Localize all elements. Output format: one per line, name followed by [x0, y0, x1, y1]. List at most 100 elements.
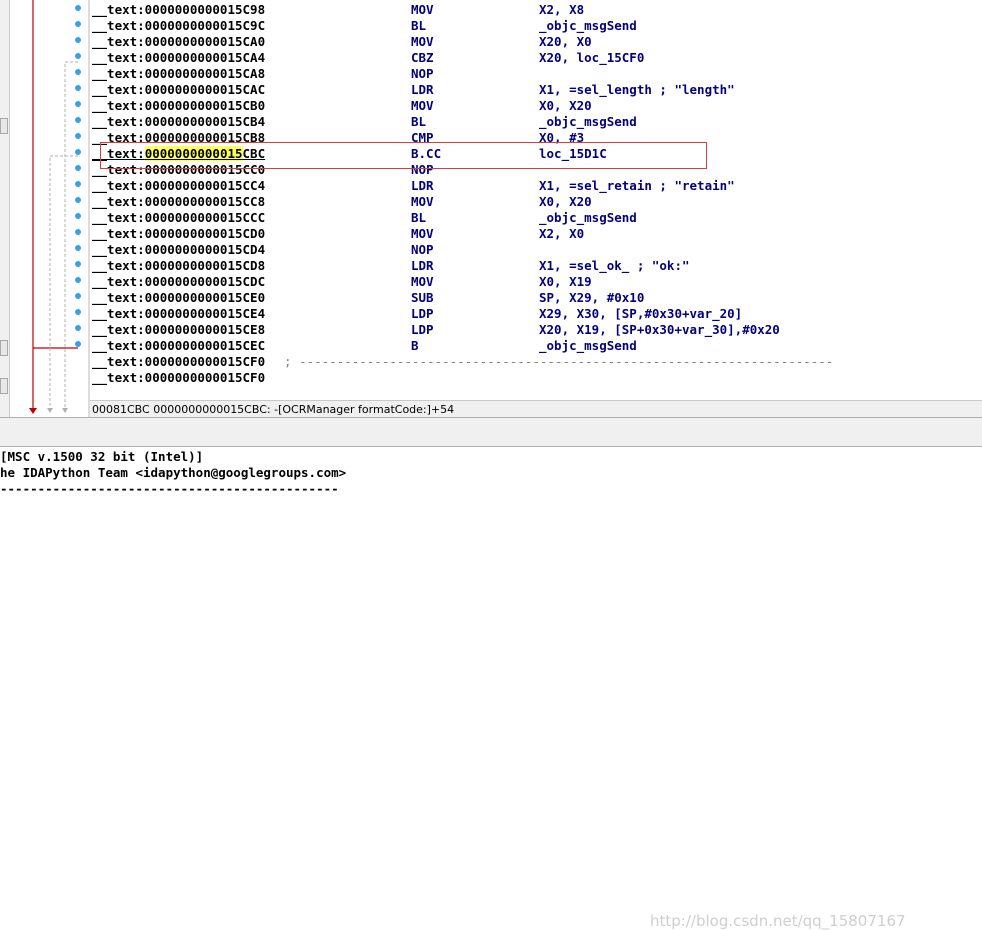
- row-address[interactable]: __text:0000000000015CA4: [92, 50, 265, 66]
- listing-row[interactable]: __text:0000000000015CBC B.CC loc_15D1C: [90, 146, 982, 162]
- row-mnemonic[interactable]: LDP: [411, 306, 434, 322]
- breakpoint-dot[interactable]: [75, 261, 81, 267]
- row-mnemonic[interactable]: MOV: [411, 274, 434, 290]
- row-mnemonic[interactable]: B: [411, 338, 419, 354]
- row-mnemonic[interactable]: LDP: [411, 322, 434, 338]
- row-mnemonic[interactable]: B.CC: [411, 146, 441, 162]
- listing-row[interactable]: __text:0000000000015CE0 SUB SP, X29, #0x10: [90, 290, 982, 306]
- listing-row[interactable]: __text:0000000000015CEC B _objc_msgSend: [90, 338, 982, 354]
- listing-row[interactable]: __text:0000000000015CA0 MOV X20, X0: [90, 34, 982, 50]
- listing-row[interactable]: __text:0000000000015CA4 CBZ X20, loc_15CF0: [90, 50, 982, 66]
- row-address[interactable]: __text:0000000000015CF0: [92, 354, 265, 370]
- row-operands[interactable]: X2, X8: [539, 2, 584, 18]
- listing-row[interactable]: __text:0000000000015C9C BL _objc_msgSend: [90, 18, 982, 34]
- breakpoint-dot[interactable]: [75, 5, 81, 11]
- row-address[interactable]: __text:0000000000015CA0: [92, 34, 265, 50]
- row-mnemonic[interactable]: SUB: [411, 290, 434, 306]
- row-operands[interactable]: X20, loc_15CF0: [539, 50, 644, 66]
- row-address[interactable]: __text:0000000000015CC4: [92, 178, 265, 194]
- row-operands[interactable]: X1, =sel_retain ; "retain": [539, 178, 735, 194]
- row-operands[interactable]: X0, X20: [539, 194, 592, 210]
- output-window[interactable]: [MSC v.1500 32 bit (Intel)] he IDAPython…: [0, 447, 982, 929]
- listing-row[interactable]: __text:0000000000015CD0 MOV X2, X0: [90, 226, 982, 242]
- row-operands[interactable]: SP, X29, #0x10: [539, 290, 644, 306]
- row-mnemonic[interactable]: MOV: [411, 194, 434, 210]
- row-mnemonic[interactable]: MOV: [411, 2, 434, 18]
- row-address[interactable]: __text:0000000000015CEC: [92, 338, 265, 354]
- row-mnemonic[interactable]: MOV: [411, 98, 434, 114]
- listing-row[interactable]: __text:0000000000015CE8 LDP X20, X19, [SP+…: [90, 322, 982, 338]
- row-address[interactable]: __text:0000000000015CAC: [92, 82, 265, 98]
- row-address[interactable]: __text:0000000000015CBC: [92, 146, 265, 162]
- row-operands[interactable]: loc_15D1C: [539, 146, 607, 162]
- row-address[interactable]: __text:0000000000015C98: [92, 2, 265, 18]
- breakpoint-dot[interactable]: [75, 277, 81, 283]
- listing-row[interactable]: __text:0000000000015CB0 MOV X0, X20: [90, 98, 982, 114]
- row-mnemonic[interactable]: LDR: [411, 258, 434, 274]
- row-operands[interactable]: X20, X19, [SP+0x30+var_30],#0x20: [539, 322, 780, 338]
- row-mnemonic[interactable]: CBZ: [411, 50, 434, 66]
- row-address[interactable]: __text:0000000000015CE4: [92, 306, 265, 322]
- row-operands[interactable]: _objc_msgSend: [539, 114, 637, 130]
- row-operands[interactable]: X29, X30, [SP,#0x30+var_20]: [539, 306, 742, 322]
- breakpoint-dot[interactable]: [75, 37, 81, 43]
- row-address[interactable]: __text:0000000000015CE8: [92, 322, 265, 338]
- breakpoint-dot[interactable]: [75, 133, 81, 139]
- listing-row[interactable]: __text:0000000000015CF0 ; ---------------…: [90, 354, 982, 370]
- row-address[interactable]: __text:0000000000015CF0: [92, 370, 265, 386]
- row-mnemonic[interactable]: MOV: [411, 226, 434, 242]
- breakpoint-dot[interactable]: [75, 85, 81, 91]
- breakpoint-dot[interactable]: [75, 293, 81, 299]
- breakpoint-dot[interactable]: [75, 165, 81, 171]
- row-address[interactable]: __text:0000000000015CD8: [92, 258, 265, 274]
- row-operands[interactable]: X0, X19: [539, 274, 592, 290]
- breakpoint-dot[interactable]: [75, 213, 81, 219]
- row-mnemonic[interactable]: LDR: [411, 178, 434, 194]
- row-address[interactable]: __text:0000000000015CB4: [92, 114, 265, 130]
- row-operands[interactable]: X1, =sel_length ; "length": [539, 82, 735, 98]
- row-address[interactable]: __text:0000000000015CB8: [92, 130, 265, 146]
- breakpoint-dot[interactable]: [75, 149, 81, 155]
- row-mnemonic[interactable]: NOP: [411, 162, 434, 178]
- row-address[interactable]: __text:0000000000015CC0: [92, 162, 265, 178]
- row-mnemonic[interactable]: MOV: [411, 34, 434, 50]
- listing-row[interactable]: __text:0000000000015C98 MOV X2, X8: [90, 2, 982, 18]
- row-operands[interactable]: X1, =sel_ok_ ; "ok:": [539, 258, 690, 274]
- breakpoint-dot[interactable]: [75, 69, 81, 75]
- listing-row[interactable]: __text:0000000000015CF0: [90, 370, 982, 386]
- breakpoint-dot[interactable]: [75, 181, 81, 187]
- row-operands[interactable]: X0, #3: [539, 130, 584, 146]
- disassembly-listing[interactable]: __text:0000000000015C98 MOV X2, X8 __text:0…: [90, 0, 982, 400]
- listing-row[interactable]: __text:0000000000015CE4 LDP X29, X30, [SP,…: [90, 306, 982, 322]
- breakpoint-dot[interactable]: [75, 21, 81, 27]
- breakpoint-dot[interactable]: [75, 325, 81, 331]
- row-mnemonic[interactable]: BL: [411, 114, 426, 130]
- breakpoint-dot[interactable]: [75, 53, 81, 59]
- row-address[interactable]: __text:0000000000015C9C: [92, 18, 265, 34]
- row-mnemonic[interactable]: CMP: [411, 130, 434, 146]
- row-address[interactable]: __text:0000000000015CC8: [92, 194, 265, 210]
- row-mnemonic[interactable]: BL: [411, 210, 426, 226]
- row-mnemonic[interactable]: NOP: [411, 66, 434, 82]
- breakpoint-dot[interactable]: [75, 309, 81, 315]
- row-address[interactable]: __text:0000000000015CE0: [92, 290, 265, 306]
- row-mnemonic[interactable]: LDR: [411, 82, 434, 98]
- breakpoint-dot[interactable]: [75, 245, 81, 251]
- row-operands[interactable]: X0, X20: [539, 98, 592, 114]
- listing-row[interactable]: __text:0000000000015CCC BL _objc_msgSend: [90, 210, 982, 226]
- breakpoint-dot[interactable]: [75, 341, 81, 347]
- row-address[interactable]: __text:0000000000015CDC: [92, 274, 265, 290]
- listing-row[interactable]: __text:0000000000015CC4 LDR X1, =sel_retai…: [90, 178, 982, 194]
- breakpoint-dot[interactable]: [75, 101, 81, 107]
- pane-divider[interactable]: [0, 417, 982, 447]
- row-mnemonic[interactable]: BL: [411, 18, 426, 34]
- row-address[interactable]: __text:0000000000015CD0: [92, 226, 265, 242]
- breakpoint-dot[interactable]: [75, 229, 81, 235]
- listing-row[interactable]: __text:0000000000015CAC LDR X1, =sel_lengt…: [90, 82, 982, 98]
- row-operands[interactable]: X2, X0: [539, 226, 584, 242]
- listing-row[interactable]: __text:0000000000015CDC MOV X0, X19: [90, 274, 982, 290]
- listing-row[interactable]: __text:0000000000015CB4 BL _objc_msgSend: [90, 114, 982, 130]
- row-operands[interactable]: _objc_msgSend: [539, 338, 637, 354]
- row-address[interactable]: __text:0000000000015CD4: [92, 242, 265, 258]
- breakpoint-dot[interactable]: [75, 117, 81, 123]
